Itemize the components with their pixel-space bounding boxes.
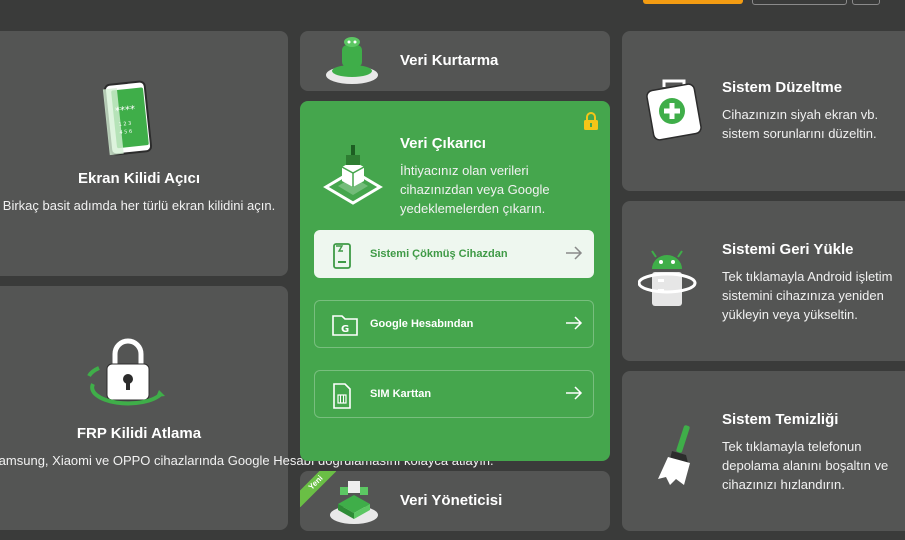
android-recovery-icon [326, 37, 378, 84]
option-label: SIM Karttan [370, 388, 432, 400]
card-data-manager[interactable]: Veri Yöneticisi [300, 471, 610, 531]
top-primary-button[interactable] [643, 0, 743, 4]
crashed-phone-icon [333, 243, 351, 269]
system-reinstall-title: Sistemi Geri Yükle [722, 241, 854, 258]
arrow-right-icon [566, 246, 583, 260]
first-aid-kit-icon [646, 79, 702, 141]
option-sim-card[interactable]: SIM Karttan [314, 370, 594, 418]
new-badge: Yeni [300, 471, 336, 507]
lock-badge-icon [584, 112, 598, 130]
frp-title: FRP Kilidi Atlama [76, 425, 202, 442]
arrow-right-icon [566, 316, 583, 330]
phone-unlock-icon: **** 1 2 3 4 5 6 [102, 80, 153, 156]
card-data-extractor[interactable]: Veri Çıkarıcı İhtiyacınız olan verileri … [300, 101, 610, 461]
top-secondary-button[interactable] [752, 0, 847, 5]
data-extractor-title: Veri Çıkarıcı [400, 135, 486, 152]
svg-text:G: G [341, 324, 349, 335]
system-repair-title: Sistem Düzeltme [722, 79, 843, 96]
broom-icon [658, 425, 690, 485]
option-crashed-device[interactable]: Sistemi Çökmüş Cihazdan [314, 230, 594, 278]
screen-unlock-desc: Birkaç basit adımda her türlü ekran kili… [2, 198, 276, 213]
google-folder-icon: G [332, 315, 358, 336]
arrow-right-icon [566, 386, 583, 400]
option-label: Sistemi Çökmüş Cihazdan [370, 248, 508, 260]
system-reinstall-desc: Tek tıklamayla Android işletim sistemini… [722, 269, 893, 322]
system-cleanup-desc: Tek tıklamayla telefonun depolama alanın… [722, 439, 889, 492]
data-extractor-desc: İhtiyacınız olan verileri cihazınızdan v… [400, 163, 550, 216]
top-icon-button[interactable] [852, 0, 880, 5]
option-label: Google Hesabından [370, 318, 474, 330]
sim-card-icon [333, 383, 351, 409]
screen-unlock-title: Ekran Kilidi Açıcı [78, 170, 200, 187]
option-google-account[interactable]: G Google Hesabından [314, 300, 594, 348]
card-data-recovery[interactable]: Veri Kurtarma [300, 31, 610, 91]
system-cleanup-title: Sistem Temizliği [722, 411, 839, 428]
frp-desc: Samsung, Xiaomi ve OPPO cihazlarında Goo… [0, 453, 494, 468]
card-system-repair[interactable]: Sistem Düzeltme Cihazınızın siyah ekran … [622, 31, 905, 191]
card-system-reinstall[interactable]: Sistemi Geri Yükle Tek tıklamayla Androi… [622, 201, 905, 361]
data-extract-icon [323, 145, 383, 205]
card-system-cleanup[interactable]: Sistem Temizliği Tek tıklamayla telefonu… [622, 371, 905, 531]
svg-text:****: **** [115, 104, 136, 117]
card-screen-unlock[interactable]: **** 1 2 3 4 5 6 Ekran Kilidi Açıcı Birk… [0, 31, 288, 276]
android-reinstall-icon [638, 250, 697, 306]
system-repair-desc: Cihazınızın siyah ekran vb. sistem sorun… [722, 107, 879, 141]
padlock-icon [87, 338, 165, 406]
data-manager-title: Veri Yöneticisi [400, 492, 503, 509]
new-badge-label: Yeni [300, 471, 336, 507]
data-recovery-title: Veri Kurtarma [400, 52, 499, 69]
card-frp-bypass[interactable]: FRP Kilidi Atlama Samsung, Xiaomi ve OPP… [0, 286, 494, 530]
